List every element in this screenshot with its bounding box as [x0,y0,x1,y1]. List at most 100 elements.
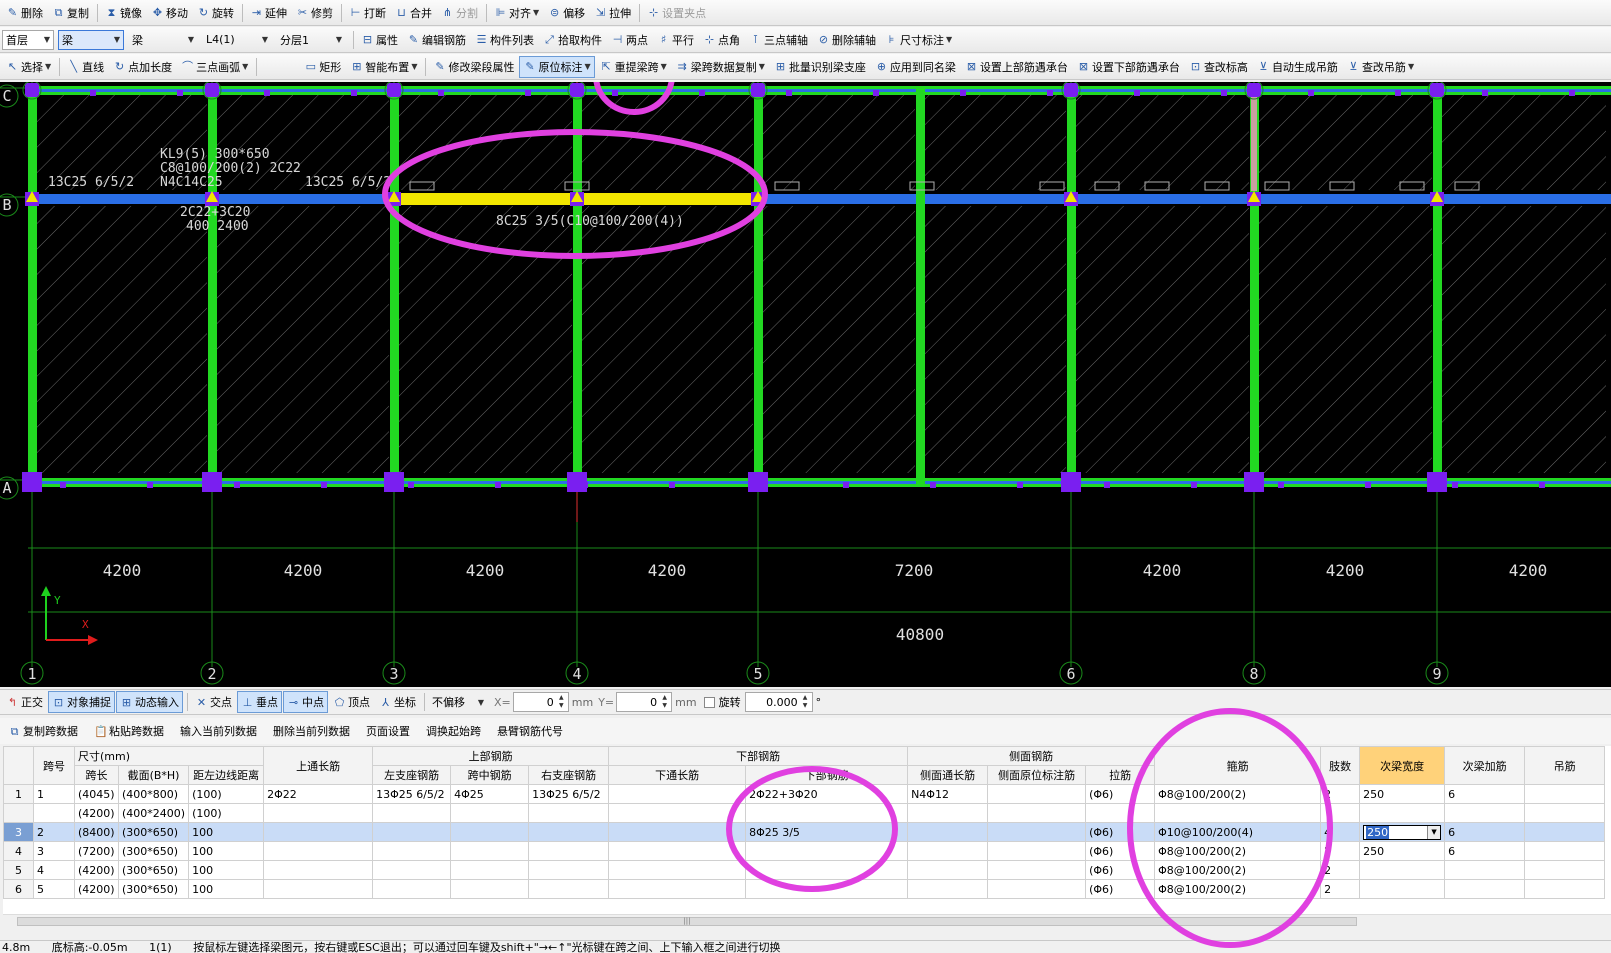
split-button[interactable]: ⋔ 分割 [437,2,482,24]
cell-sa[interactable] [1444,879,1526,899]
beam-vertical[interactable] [1433,88,1442,484]
align-button[interactable]: ⊫ 对齐 ▼ [490,2,543,24]
cell-len[interactable]: (8400) [74,822,119,842]
vertex-snap[interactable]: ⬠ 顶点 [329,691,374,713]
cell-sec[interactable]: (300*650) [117,822,190,842]
cell-span[interactable]: 2 [33,822,75,842]
cell-right[interactable] [528,879,610,899]
cell-sa[interactable] [1444,860,1526,880]
draw-tool-button[interactable]: ⊞ 批量识别梁支座 [770,56,870,78]
cell-dist[interactable]: 100 [188,860,265,880]
cell-legs[interactable]: 2 [1320,784,1361,804]
cell-side_long[interactable] [907,822,989,842]
scrollbar-thumb[interactable]: ||| [17,917,1357,926]
draw-tool-button[interactable]: ⊻ 查改吊筋 ▼ [1343,56,1418,78]
cell-sa[interactable]: 6 [1444,784,1526,804]
cell-top_long[interactable]: 2Φ22 [263,784,374,804]
cell-mid[interactable]: 4Φ25 [450,784,530,804]
cell-legs[interactable]: 2 [1320,841,1361,861]
column[interactable] [22,472,42,492]
cell-stir[interactable]: Φ8@100/200(2) [1154,784,1322,804]
cell-dist[interactable]: 100 [188,879,265,899]
table-tool-button[interactable]: 页面设置 [362,720,414,742]
draw-tool-button[interactable]: ⊞ 智能布置 ▼ [346,56,421,78]
cell-bot[interactable] [745,803,909,823]
cell-bot_long[interactable] [608,841,747,861]
column[interactable] [570,83,584,97]
cell-sw[interactable]: 250 ▼ [1359,822,1446,842]
cell-dist[interactable]: (100) [188,803,265,823]
cell-sa[interactable]: 6 [1444,822,1526,842]
cell-top_long[interactable] [263,841,374,861]
extend-button[interactable]: ⇥ 延伸 [246,2,291,24]
midpoint-snap[interactable]: ⊸ 中点 [283,691,328,713]
cell-mid[interactable] [450,860,530,880]
row-number-cell[interactable]: 6 [3,879,34,899]
cell-sw[interactable] [1359,860,1446,880]
secondary-width-editor[interactable]: 250 ▼ [1363,824,1442,840]
cell-stir[interactable]: Φ8@100/200(2) [1154,860,1322,880]
cell-bot[interactable] [745,879,909,899]
cell-top_long[interactable] [263,860,374,880]
column[interactable] [1244,472,1264,492]
cell-top_long[interactable] [263,822,374,842]
table-horizontal-scrollbar[interactable]: ||| [3,914,1611,927]
cell-side_long[interactable] [907,803,989,823]
row-number-cell[interactable]: 1 [3,784,34,804]
draw-tool-button[interactable]: ⊡ 查改标高 [1185,56,1252,78]
component-tool-button[interactable]: ⊺ 三点辅轴 [745,29,812,51]
column[interactable] [1061,472,1081,492]
cell-bot_long[interactable] [608,879,747,899]
category-select[interactable]: 梁 ▼ [58,29,124,50]
cell-bot_long[interactable] [608,784,747,804]
cell-tie[interactable]: (Φ6) [1085,822,1156,842]
table-row[interactable]: 1 1 (4045) (400*800) (100) 2Φ22 13Φ25 6/5/2 4Φ2… [3,784,1606,804]
draw-tool-button[interactable]: ⊕ 应用到同名梁 [871,56,960,78]
y-coord-input[interactable]: 0 ▲ ▼ [616,692,673,712]
component-tool-button[interactable]: ⊟ 属性 [357,29,402,51]
cell-tie[interactable]: (Φ6) [1085,784,1156,804]
draw-tool-button[interactable]: ⊠ 设置上部筋遇承台 [961,56,1072,78]
component-tool-button[interactable]: ☰ 构件列表 [471,29,538,51]
trim-button[interactable]: ✂ 修剪 [292,2,337,24]
rotate-checkbox[interactable] [703,696,715,708]
row-number-cell[interactable] [3,803,34,823]
component-tool-button[interactable]: ✎ 编辑钢筋 [403,29,470,51]
cell-side_orig[interactable] [987,841,1087,861]
column[interactable] [751,83,765,97]
copy-button[interactable]: ⧉ 复制 [48,2,93,24]
cell-sec[interactable]: (300*650) [117,879,190,899]
type-select[interactable]: 梁 ▼ [128,30,198,50]
column[interactable] [202,472,222,492]
cell-side_long[interactable] [907,860,989,880]
stretch-button[interactable]: ⇲ 拉伸 [590,2,635,24]
cell-mid[interactable] [450,803,530,823]
cell-tie[interactable]: (Φ6) [1085,841,1156,861]
beam-kl9[interactable] [28,194,1611,204]
draw-tool-button[interactable]: ⊠ 设置下部筋遇承台 [1073,56,1184,78]
cell-mid[interactable] [450,879,530,899]
table-tool-button[interactable]: 📋 粘贴跨数据 [90,720,168,742]
break-button[interactable]: ⊢ 打断 [345,2,390,24]
cell-top_long[interactable] [263,803,374,823]
cell-dist[interactable]: 100 [188,822,265,842]
cell-sw[interactable]: 250 [1359,784,1446,804]
move-button[interactable]: ✥ 移动 [147,2,192,24]
column[interactable] [25,83,39,97]
column[interactable] [387,83,401,97]
coordinate-snap[interactable]: ⅄ 坐标 [375,691,420,713]
column[interactable] [1430,83,1444,97]
cell-sw[interactable] [1359,879,1446,899]
cell-legs[interactable]: 2 [1320,879,1361,899]
object-snap-toggle[interactable]: ⊡ 对象捕捉 [48,691,115,713]
y-spinner-icon[interactable]: ▲ ▼ [659,694,670,710]
draw-tool-button[interactable]: ⌒ 三点画弧 ▼ [177,56,252,78]
drawing-canvas[interactable]: 4200 4200 4200 4200 7200 4200 4200 4200 40800 1 2… [0,37,1611,687]
table-tool-button[interactable]: 输入当前列数据 [176,720,261,742]
beam-vertical[interactable] [390,88,399,484]
component-tool-button[interactable]: ⊘ 删除辅轴 [813,29,880,51]
draw-tool-button[interactable]: ↻ 点加长度 [109,56,176,78]
x-coord-input[interactable]: 0 ▲ ▼ [512,692,569,712]
intersection-snap[interactable]: ✕ 交点 [191,691,236,713]
cell-len[interactable]: (4200) [74,860,119,880]
